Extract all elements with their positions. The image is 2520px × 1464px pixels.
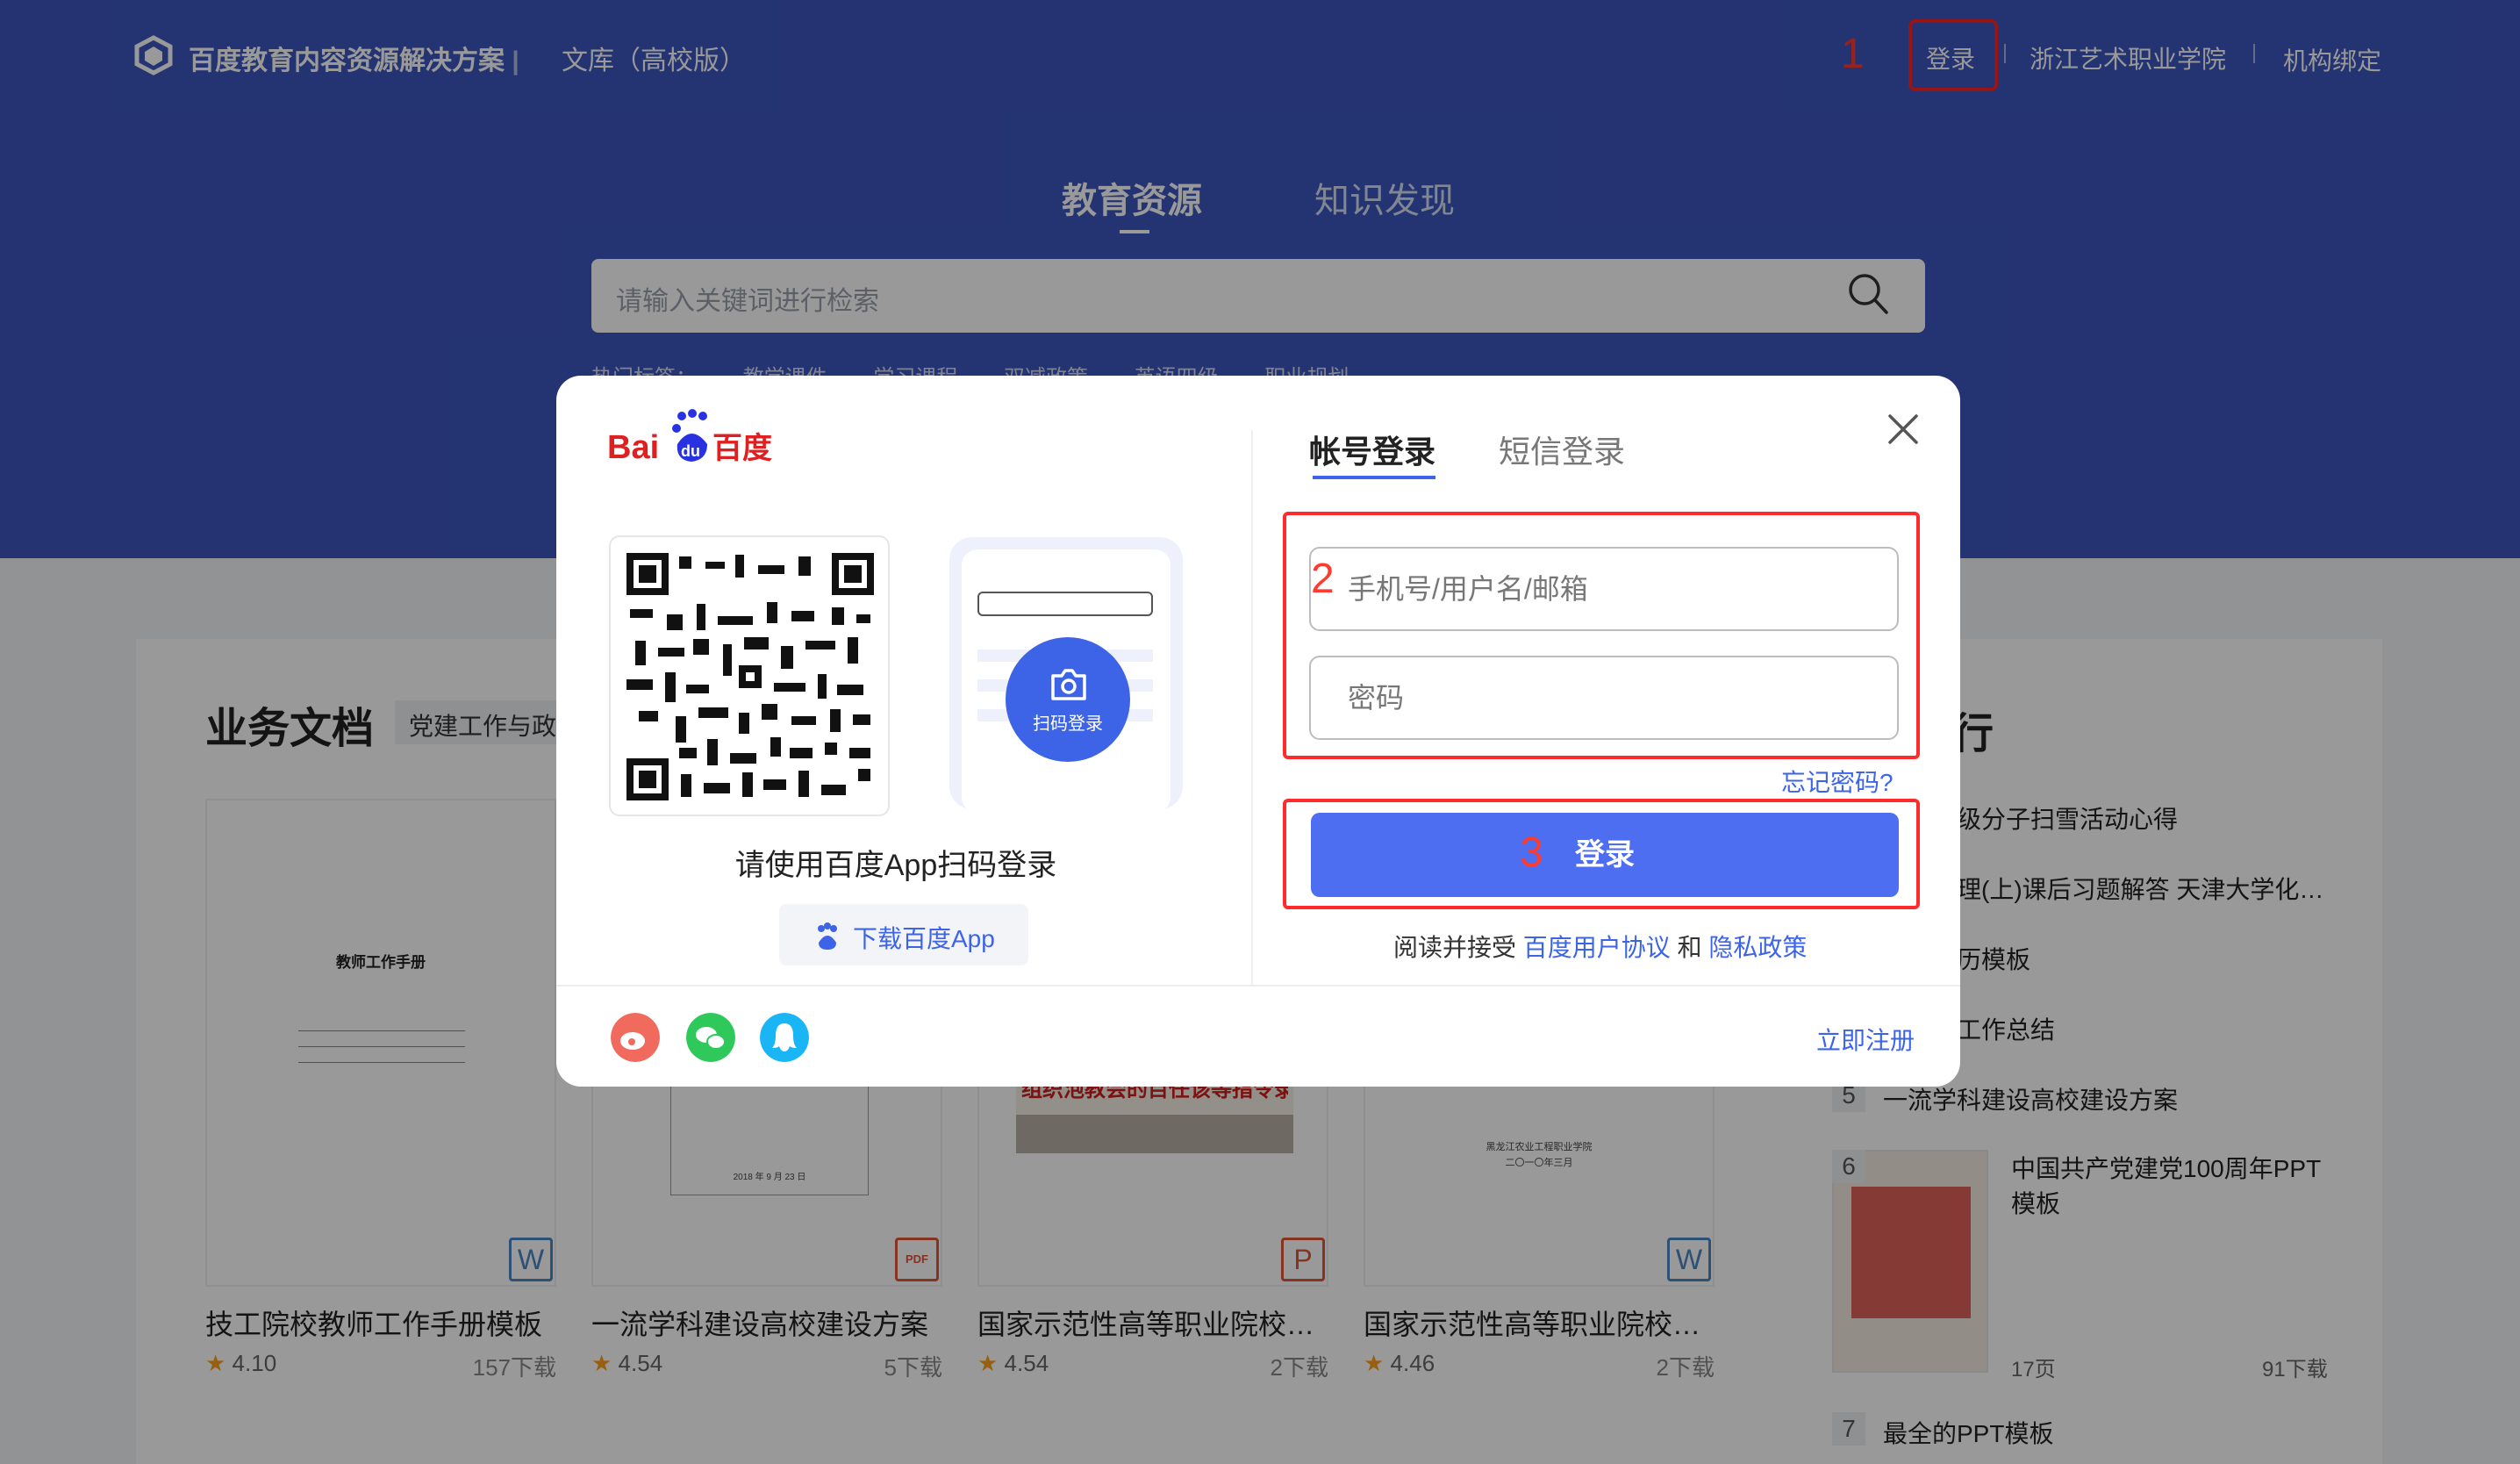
- qq-icon[interactable]: [760, 1013, 809, 1062]
- privacy-policy-link[interactable]: 隐私政策: [1708, 934, 1807, 961]
- qr-code-icon: [626, 553, 874, 800]
- qr-code[interactable]: [609, 535, 890, 816]
- forgot-password-link[interactable]: 忘记密码?: [1781, 764, 1894, 799]
- baidu-paw-icon: [818, 922, 837, 950]
- tab-active-indicator: [1313, 476, 1435, 479]
- baidu-logo: Bai du 百度: [607, 409, 772, 465]
- close-icon[interactable]: [1885, 411, 1922, 448]
- register-link[interactable]: 立即注册: [1816, 1022, 1915, 1057]
- user-agreement-link[interactable]: 百度用户协议: [1523, 934, 1671, 961]
- tab-account-login[interactable]: 帐号登录: [1309, 427, 1435, 472]
- annotation-number-3: 3: [1520, 829, 1543, 876]
- modal-divider: [1251, 430, 1253, 985]
- annotation-highlight-inputs: [1283, 512, 1920, 759]
- annotation-highlight-login-button: [1283, 799, 1920, 909]
- modal-divider: [556, 985, 1960, 987]
- download-app-label: 下载百度App: [853, 925, 995, 952]
- phone-search-bar: [977, 592, 1153, 616]
- svg-text:Bai: Bai: [607, 429, 659, 465]
- agreement-text: 阅读并接受 百度用户协议 和 隐私政策: [1393, 934, 1808, 961]
- annotation-number-2: 2: [1311, 556, 1335, 602]
- scan-login-label: 扫码登录: [1033, 714, 1103, 734]
- svg-text:百度: 百度: [712, 431, 772, 465]
- tab-sms-login[interactable]: 短信登录: [1499, 427, 1625, 472]
- qr-hint: 请使用百度App扫码登录: [734, 849, 1057, 882]
- wechat-icon[interactable]: [686, 1013, 735, 1062]
- camera-icon: [1051, 669, 1086, 700]
- weibo-icon[interactable]: [611, 1013, 660, 1062]
- svg-text:du: du: [681, 442, 700, 460]
